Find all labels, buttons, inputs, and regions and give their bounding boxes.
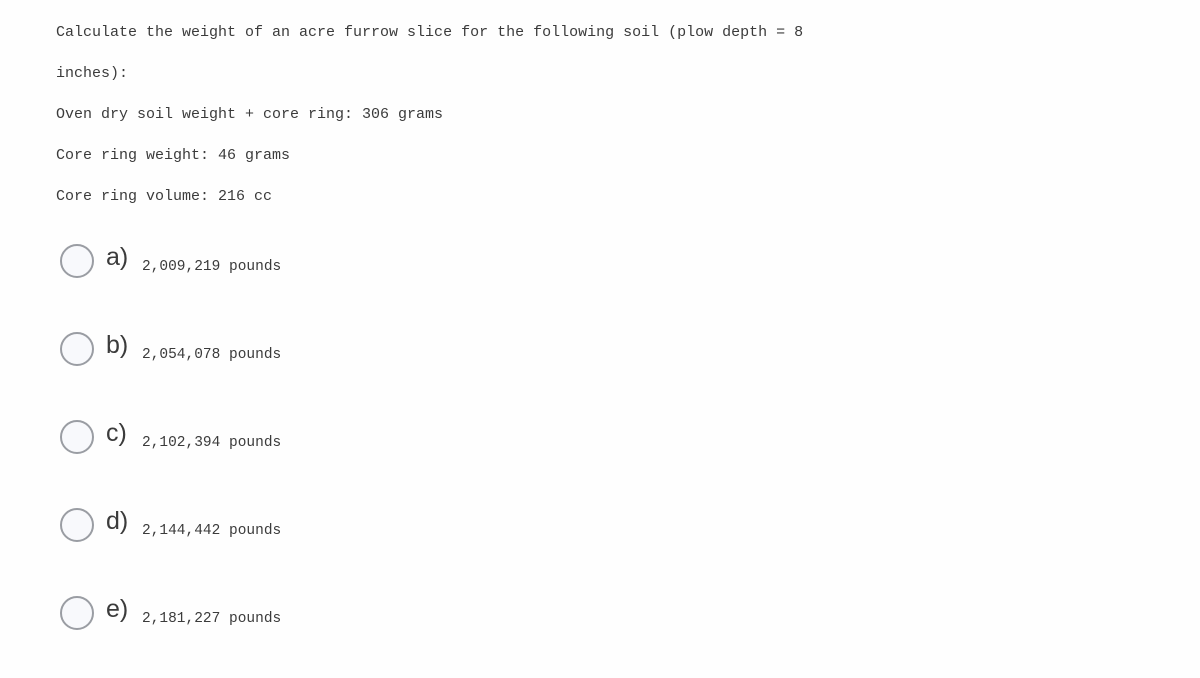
option-value-b: 2,054,078 pounds	[142, 347, 282, 363]
question-stem: Calculate the weight of an acre furrow s…	[56, 12, 1056, 217]
radio-unchecked-icon[interactable]	[60, 420, 94, 454]
option-letter-a: a)	[106, 243, 129, 271]
option-value-a: 2,009,219 pounds	[142, 259, 282, 275]
option-value-d: 2,144,442 pounds	[142, 523, 282, 539]
option-row-a[interactable]: a) 2,009,219 pounds	[56, 238, 1056, 326]
given-oven-dry-soil-weight: Oven dry soil weight + core ring: 306 gr…	[56, 106, 444, 123]
given-core-ring-volume: Core ring volume: 216 cc	[56, 188, 273, 205]
given-core-ring-weight: Core ring weight: 46 grams	[56, 147, 291, 164]
option-letter-c: c)	[106, 419, 127, 447]
radio-unchecked-icon[interactable]	[60, 244, 94, 278]
question-page: Calculate the weight of an acre furrow s…	[0, 0, 1200, 649]
option-row-d[interactable]: d) 2,144,442 pounds	[56, 502, 1056, 590]
question-prompt-line-1: Calculate the weight of an acre furrow s…	[56, 24, 804, 41]
option-value-e: 2,181,227 pounds	[142, 611, 282, 627]
option-letter-d: d)	[106, 507, 129, 535]
option-row-e[interactable]: e) 2,181,227 pounds	[56, 590, 1056, 678]
answer-options-list: a) 2,009,219 pounds b) 2,054,078 pounds …	[56, 238, 1056, 678]
option-letter-e: e)	[106, 595, 129, 623]
option-value-c: 2,102,394 pounds	[142, 435, 282, 451]
option-letter-b: b)	[106, 331, 129, 359]
radio-unchecked-icon[interactable]	[60, 596, 94, 630]
radio-unchecked-icon[interactable]	[60, 508, 94, 542]
option-row-b[interactable]: b) 2,054,078 pounds	[56, 326, 1056, 414]
question-prompt-line-2: inches):	[56, 65, 129, 82]
radio-unchecked-icon[interactable]	[60, 332, 94, 366]
option-row-c[interactable]: c) 2,102,394 pounds	[56, 414, 1056, 502]
